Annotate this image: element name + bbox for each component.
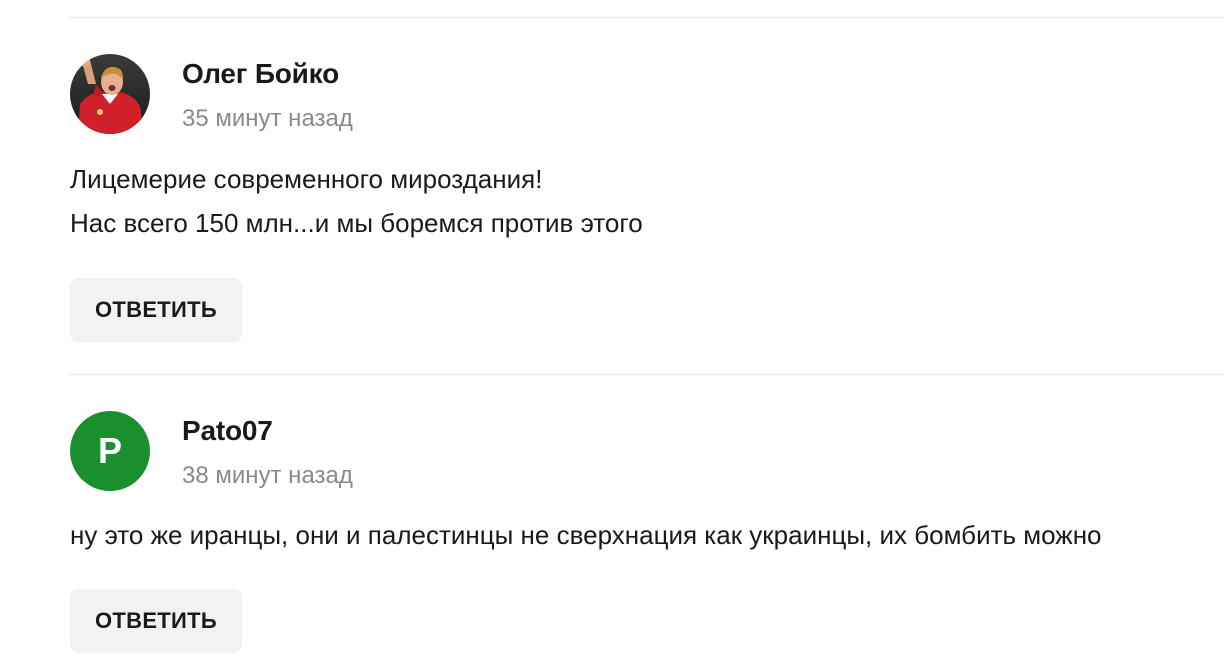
divider [70, 374, 1224, 375]
comment-author[interactable]: Олег Бойко [182, 58, 339, 90]
comments-section: Олег Бойко 35 минут назад Лицемерие совр… [0, 0, 1224, 656]
avatar[interactable] [70, 54, 150, 134]
avatar-letter: P [97, 430, 122, 471]
comment-text-line: Нас всего 150 млн...и мы боремся против … [70, 208, 643, 238]
divider [70, 17, 1224, 18]
reply-button[interactable]: ОТВЕТИТЬ [70, 278, 242, 342]
user-photo-avatar [70, 54, 150, 134]
comment-timestamp: 35 минут назад [182, 105, 353, 132]
comment-text-line: ну это же иранцы, они и палестинцы не св… [70, 520, 1102, 550]
comment-text-line: Лицемерие современного мироздания! [70, 164, 543, 194]
avatar[interactable]: P [70, 411, 150, 491]
reply-button[interactable]: ОТВЕТИТЬ [70, 589, 242, 653]
comment-timestamp: 38 минут назад [182, 462, 353, 489]
comment-author[interactable]: Pato07 [182, 415, 273, 447]
